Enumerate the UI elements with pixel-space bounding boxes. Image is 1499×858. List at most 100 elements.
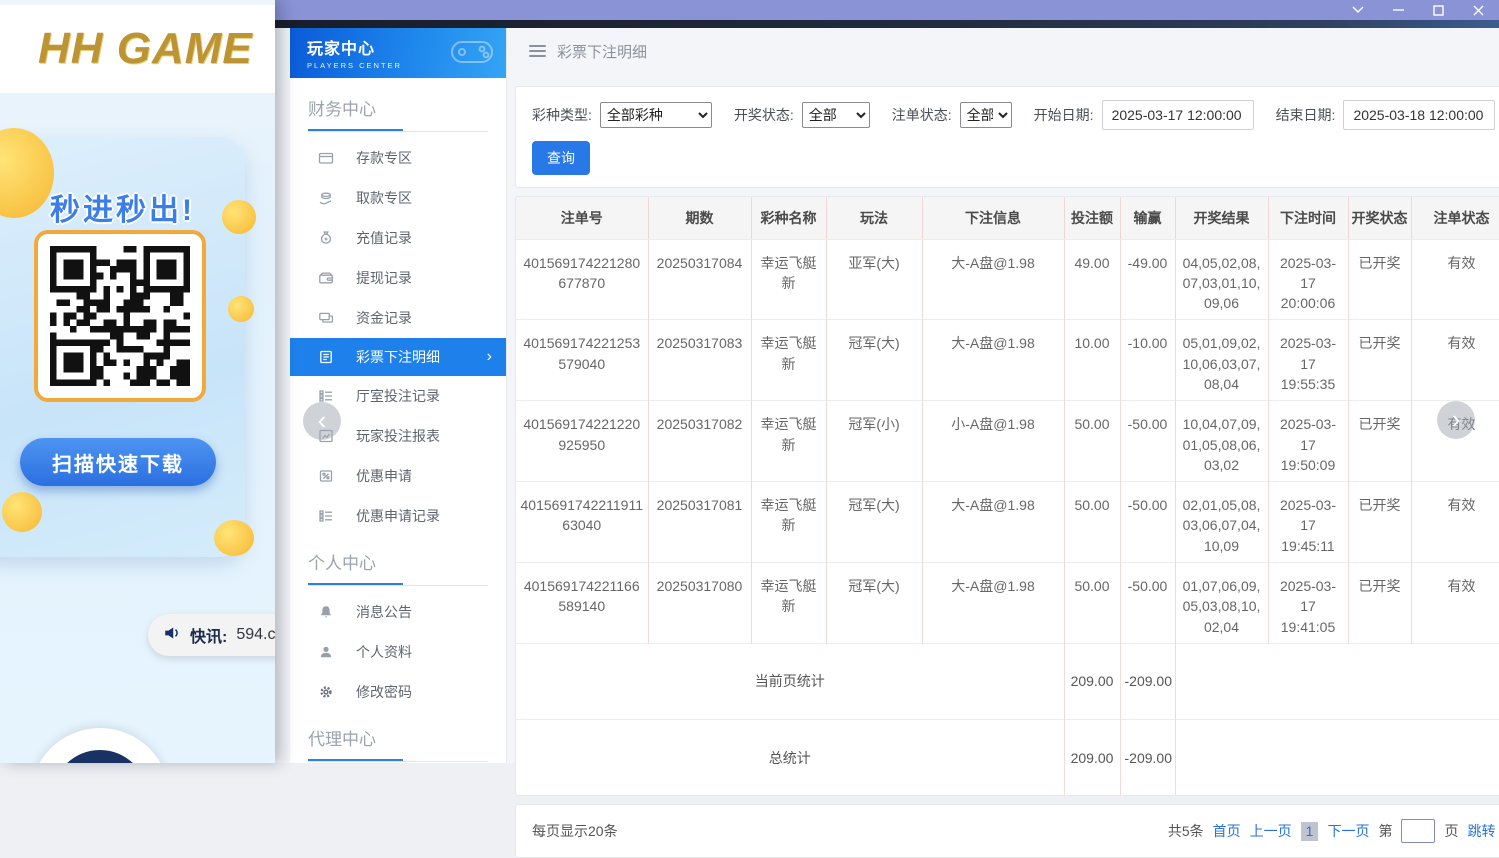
col-lottery: 彩种名称 — [751, 197, 826, 239]
bet-table-card: 注单号 期数 彩种名称 玩法 下注信息 投注额 输赢 开奖结果 下注时间 开奖状… — [515, 196, 1499, 796]
promo-headline: 秒进秒出! — [0, 185, 245, 229]
download-button[interactable]: 扫描快速下载 — [20, 438, 216, 486]
lottery-type-label: 彩种类型: — [532, 105, 592, 125]
pagination-bar: 每页显示20条 共5条 首页 上一页 1 下一页 第 页 跳转 — [515, 804, 1499, 858]
total-summary-row: 总统计 209.00 -209.00 — [516, 719, 1499, 795]
section-personal: 个人中心 — [290, 536, 506, 583]
table-row: 401569174221253579040 20250317083 幸运飞艇新 … — [516, 320, 1499, 401]
col-bet-info: 下注信息 — [922, 197, 1064, 239]
col-result: 开奖结果 — [1175, 197, 1268, 239]
sidebar-item-profile[interactable]: 个人资料 — [290, 632, 506, 672]
bet-table: 注单号 期数 彩种名称 玩法 下注信息 投注额 输赢 开奖结果 下注时间 开奖状… — [516, 197, 1499, 795]
table-row: 401569174221166589140 20250317080 幸运飞艇新 … — [516, 563, 1499, 644]
col-time: 下注时间 — [1268, 197, 1348, 239]
expand-right-button[interactable]: › — [1437, 401, 1475, 439]
col-draw-status: 开奖状态 — [1348, 197, 1411, 239]
section-underline — [308, 759, 488, 762]
page-size-text: 每页显示20条 — [532, 821, 618, 841]
section-underline — [308, 129, 488, 132]
funds-ticket-icon — [318, 310, 334, 326]
bell-icon — [318, 604, 334, 620]
chevron-down-icon[interactable] — [1345, 1, 1371, 19]
deposit-card-icon — [318, 150, 334, 166]
decor-blob — [228, 296, 254, 322]
sidebar: 玩家中心 PLAYERS CENTER 财务中心 存款专区 — [290, 28, 507, 763]
bet-status-select[interactable]: 全部 — [960, 102, 1012, 128]
start-date-input[interactable] — [1102, 100, 1254, 130]
first-page-link[interactable]: 首页 — [1213, 821, 1241, 841]
current-page-badge: 1 — [1301, 822, 1319, 841]
sidebar-item-promo-apply[interactable]: 优惠申请 — [290, 456, 506, 496]
sidebar-item-promo-apply-record[interactable]: 优惠申请记录 — [290, 496, 506, 536]
current-page-summary-row: 当前页统计 209.00 -209.00 — [516, 643, 1499, 719]
app-window: 玩家中心 PLAYERS CENTER 财务中心 存款专区 — [275, 20, 1499, 763]
sidebar-item-withdrawal-record[interactable]: 提现记录 — [290, 258, 506, 298]
promo-record-icon — [318, 508, 334, 524]
section-underline — [308, 583, 488, 586]
chevron-right-icon: › — [487, 349, 492, 365]
decor-blob — [214, 520, 254, 556]
gear-icon — [318, 684, 334, 700]
sidebar-item-funds-record[interactable]: 资金记录 — [290, 298, 506, 338]
promo-panel: HH GAME 秒进秒出! 扫描快速下载 快讯: 594.cc, — [0, 0, 275, 763]
decor-blob — [2, 492, 42, 532]
lottery-type-select[interactable]: 全部彩种 — [600, 102, 712, 128]
table-row: 401569174221280677870 20250317084 幸运飞艇新 … — [516, 239, 1499, 320]
maximize-icon[interactable] — [1425, 1, 1451, 19]
window-controls — [1345, 0, 1491, 20]
app-top-strip — [275, 20, 1499, 28]
page-jump-input[interactable] — [1401, 819, 1435, 843]
bet-status-label: 注单状态: — [892, 105, 952, 125]
close-icon[interactable] — [1465, 1, 1491, 19]
brand-logo: HH GAME — [38, 24, 253, 74]
section-agent: 代理中心 — [290, 712, 506, 759]
sidebar-item-deposit[interactable]: 存款专区 — [290, 138, 506, 178]
sidebar-item-announcements[interactable]: 消息公告 — [290, 592, 506, 632]
ticker-text: 594.cc, — [236, 626, 275, 644]
sidebar-item-lottery-bet-detail[interactable]: 彩票下注明细 › — [290, 338, 506, 376]
draw-status-label: 开奖状态: — [734, 105, 794, 125]
hamburger-menu-icon[interactable] — [529, 45, 546, 57]
query-button[interactable]: 查询 — [532, 141, 590, 175]
content-area: 彩票下注明细 彩种类型: 全部彩种 开奖状态: 全部 注单状态: 全部 — [507, 28, 1499, 763]
gamepad-icon — [450, 36, 496, 75]
jump-prefix: 第 — [1378, 821, 1392, 841]
page-title: 彩票下注明细 — [557, 41, 647, 62]
col-period: 期数 — [648, 197, 751, 239]
prev-page-link[interactable]: 上一页 — [1250, 821, 1292, 841]
col-bet-no: 注单号 — [516, 197, 648, 239]
content-header: 彩票下注明细 — [515, 28, 1499, 74]
sidebar-item-change-password[interactable]: 修改密码 — [290, 672, 506, 712]
sidebar-header: 玩家中心 PLAYERS CENTER — [290, 28, 506, 78]
jump-button[interactable]: 跳转 — [1467, 821, 1495, 841]
speaker-icon — [163, 625, 181, 646]
table-row: 401569174221191163040 20250317081 幸运飞艇新 … — [516, 482, 1499, 563]
logo-band: HH GAME — [0, 5, 275, 93]
minimize-icon[interactable] — [1385, 1, 1411, 19]
promo-apply-icon — [318, 468, 334, 484]
section-finance: 财务中心 — [290, 82, 506, 129]
lottery-detail-icon — [318, 349, 334, 365]
sidebar-item-recharge-record[interactable]: 充值记录 — [290, 218, 506, 258]
sidebar-item-withdraw-zone[interactable]: 取款专区 — [290, 178, 506, 218]
col-play: 玩法 — [826, 197, 922, 239]
end-date-label: 结束日期: — [1276, 105, 1336, 125]
table-header-row: 注单号 期数 彩种名称 玩法 下注信息 投注额 输赢 开奖结果 下注时间 开奖状… — [516, 197, 1499, 239]
jump-suffix: 页 — [1444, 821, 1458, 841]
col-win-loss: 输赢 — [1120, 197, 1175, 239]
end-date-input[interactable] — [1343, 100, 1495, 130]
recharge-bag-icon — [318, 230, 334, 246]
qr-code — [34, 230, 206, 402]
news-ticker: 快讯: 594.cc, — [148, 614, 275, 656]
bottom-logo-circle — [30, 728, 170, 763]
start-date-label: 开始日期: — [1034, 105, 1094, 125]
collapse-left-button[interactable]: ‹ — [303, 402, 341, 440]
col-bet-status: 注单状态 — [1411, 197, 1499, 239]
next-page-link[interactable]: 下一页 — [1327, 821, 1369, 841]
total-count-text: 共5条 — [1168, 821, 1204, 841]
filter-panel: 彩种类型: 全部彩种 开奖状态: 全部 注单状态: 全部 开始日期: 结 — [515, 86, 1499, 188]
draw-status-select[interactable]: 全部 — [802, 102, 870, 128]
ticker-label: 快讯: — [190, 623, 227, 647]
wallet-icon — [318, 270, 334, 286]
col-amount: 投注额 — [1064, 197, 1120, 239]
